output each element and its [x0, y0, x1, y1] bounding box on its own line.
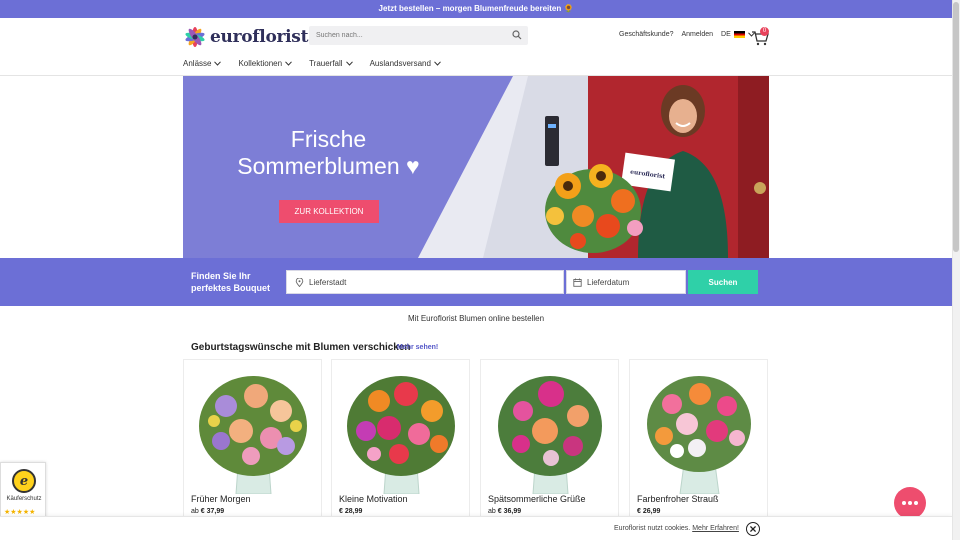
logo[interactable]: euroflorist: [183, 25, 308, 49]
calendar-icon: [573, 278, 582, 287]
search-icon[interactable]: [512, 30, 522, 40]
product-price: € 26,99: [637, 508, 660, 515]
see-more-link[interactable]: Mehr sehen!: [397, 344, 438, 351]
delivery-city-placeholder: Lieferstadt: [309, 277, 347, 287]
delivery-date-placeholder: Lieferdatum: [587, 277, 630, 287]
main-nav: Anlässe Kollektionen Trauerfall Auslands…: [183, 59, 458, 68]
logo-text: euroflorist: [210, 27, 309, 47]
product-price: ab € 36,99: [488, 508, 521, 515]
cookie-more-link[interactable]: Mehr Erfahren!: [692, 525, 739, 532]
hero-title-line-2: Sommerblumen ♥: [237, 153, 420, 179]
chat-button[interactable]: [894, 487, 926, 519]
chat-dot: [902, 501, 906, 505]
cookie-banner: Euroflorist nutzt cookies. Mehr Erfahren…: [0, 516, 952, 540]
language-selector[interactable]: DE: [721, 31, 755, 38]
chevron-down-icon: [285, 61, 292, 66]
price-prefix: ab: [488, 508, 496, 515]
language-code: DE: [721, 31, 731, 38]
trust-label: Käuferschutz: [6, 496, 42, 502]
product-name: Früher Morgen: [191, 494, 251, 504]
product-card[interactable]: Früher Morgen ab € 37,99: [183, 359, 322, 529]
nav-item-label: Trauerfall: [309, 59, 343, 68]
login-link[interactable]: Anmelden: [681, 31, 713, 38]
product-card[interactable]: Kleine Motivation € 28,99: [331, 359, 470, 529]
hero-title: Frische Sommerblumen ♥: [221, 126, 436, 180]
finder-label: Finden Sie Ihr perfektes Bouquet: [191, 271, 271, 293]
announcement-text: Jetzt bestellen – morgen Blumenfreude be…: [378, 4, 574, 13]
finder-search-button[interactable]: Suchen: [688, 270, 758, 294]
rating-stars: ★★★★★: [4, 509, 36, 516]
chevron-down-icon: [214, 61, 222, 66]
location-pin-icon: [295, 277, 304, 287]
product-image: [498, 376, 602, 494]
business-customer-link[interactable]: Geschäftskunde?: [619, 31, 673, 38]
product-grid: Früher Morgen ab € 37,99 Kleine Motivati…: [183, 359, 769, 529]
trusted-shops-badge[interactable]: e Käuferschutz ★★★★★: [0, 462, 46, 524]
search-input[interactable]: [309, 26, 504, 45]
german-flag-icon: [733, 31, 745, 38]
nav-item-label: Anlässe: [183, 59, 212, 68]
close-icon[interactable]: [746, 522, 760, 536]
trusted-shops-seal-icon: e: [12, 469, 36, 493]
cookie-message: Euroflorist nutzt cookies.: [614, 525, 691, 532]
announcement-bar: Jetzt bestellen – morgen Blumenfreude be…: [0, 0, 952, 18]
product-image: [647, 376, 751, 494]
product-image: [347, 376, 455, 494]
product-name: Spätsommerliche Grüße: [488, 494, 586, 504]
tagline: Mit Euroflorist Blumen online bestellen: [407, 314, 545, 323]
hero-banner[interactable]: euroflorist Frische Sommerblumen ♥ ZUR K…: [183, 76, 769, 258]
hero-title-line-1: Frische: [290, 126, 367, 152]
cart-count-badge: 0: [760, 27, 769, 36]
price-value: € 36,99: [497, 508, 522, 515]
chevron-down-icon: [434, 61, 441, 66]
site-header: euroflorist Geschäftskunde? Anmelden DE …: [0, 18, 952, 76]
delivery-city-field[interactable]: Lieferstadt: [286, 270, 564, 294]
header-links: Geschäftskunde? Anmelden DE: [619, 31, 755, 38]
scrollbar-thumb[interactable]: [953, 2, 959, 252]
nav-item-label: Auslandsversand: [369, 59, 431, 68]
product-card[interactable]: Spätsommerliche Grüße ab € 36,99: [480, 359, 619, 529]
cookie-text: Euroflorist nutzt cookies. Mehr Erfahren…: [614, 525, 739, 532]
bouquet-finder: Finden Sie Ihr perfektes Bouquet Liefers…: [0, 258, 952, 306]
chat-dot: [908, 501, 912, 505]
product-price: € 28,99: [339, 508, 362, 515]
page-scrollbar[interactable]: [952, 0, 960, 540]
product-name: Farbenfroher Strauß: [637, 494, 719, 504]
product-price: ab € 37,99: [191, 508, 224, 515]
flower-logo-icon: [185, 27, 205, 47]
section-title: Geburtstagswünsche mit Blumen verschicke…: [191, 342, 411, 353]
price-value: € 28,99: [339, 508, 363, 515]
chevron-down-icon: [345, 61, 353, 66]
nav-item-funeral[interactable]: Trauerfall: [309, 59, 353, 68]
price-prefix: ab: [191, 508, 199, 515]
nav-item-label: Kollektionen: [238, 59, 283, 68]
chat-dot: [914, 501, 918, 505]
product-image: [199, 376, 307, 494]
price-value: € 37,99: [200, 508, 225, 515]
price-value: € 26,99: [637, 508, 661, 515]
nav-item-international[interactable]: Auslandsversand: [370, 59, 441, 68]
nav-item-collections[interactable]: Kollektionen: [238, 59, 292, 68]
search-box[interactable]: [309, 26, 528, 45]
collection-button[interactable]: ZUR KOLLEKTION: [279, 200, 379, 223]
product-card[interactable]: Farbenfroher Strauß € 26,99: [629, 359, 768, 529]
product-name: Kleine Motivation: [339, 494, 408, 504]
delivery-date-field[interactable]: Lieferdatum: [566, 270, 686, 294]
nav-item-occasions[interactable]: Anlässe: [183, 59, 222, 68]
